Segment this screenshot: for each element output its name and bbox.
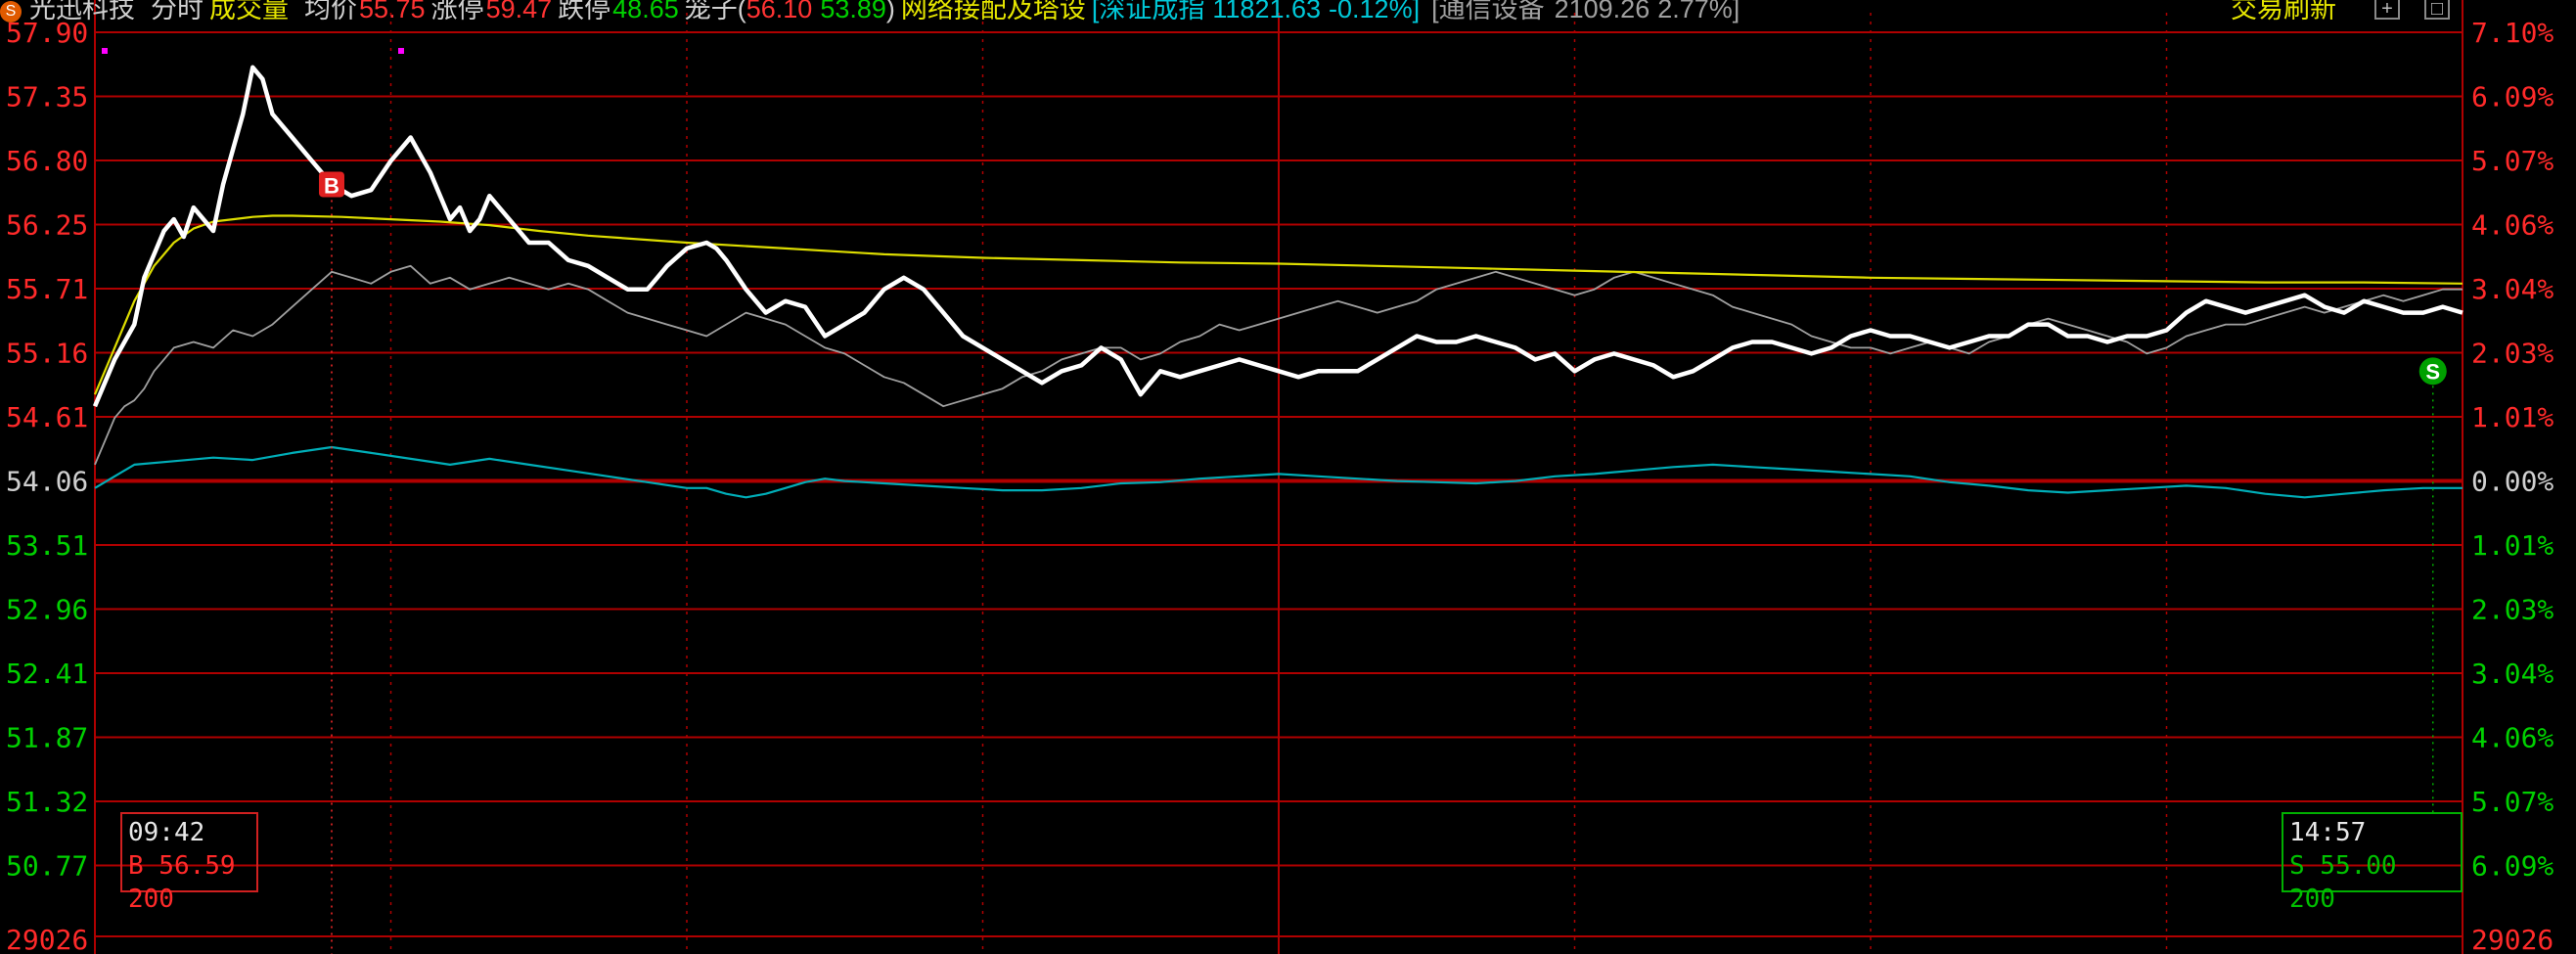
index-value: 11821.63 bbox=[1212, 0, 1322, 23]
limit-down-label: 跌停 bbox=[558, 0, 611, 23]
trade-refresh-button[interactable]: 交易刷新 bbox=[2231, 0, 2336, 23]
industry-change: 2.77%] bbox=[1657, 0, 1740, 23]
sell-detail: S 55.00 200 bbox=[2289, 851, 2397, 914]
y-label-right: 3.04% bbox=[2471, 273, 2553, 305]
avg-value: 55.75 bbox=[359, 0, 426, 23]
restore-button[interactable]: □ bbox=[2424, 0, 2450, 20]
y-label-left: 55.71 bbox=[6, 273, 88, 305]
y-label-right: 2.03% bbox=[2471, 338, 2553, 370]
plus-icon: + bbox=[2381, 0, 2393, 20]
header-bar: S 光迅科技 分时 成交量 均价55.75 涨停59.47 跌停48.65 笼子(56.10 5… bbox=[0, 0, 1745, 23]
y-label-right: 2.03% bbox=[2471, 594, 2553, 626]
y-label-right: 5.07% bbox=[2471, 786, 2553, 818]
window-icon: □ bbox=[2430, 0, 2444, 20]
y-label-left: 54.61 bbox=[6, 401, 88, 433]
sell-info-box: 14:57 S 55.00 200 bbox=[2282, 812, 2463, 914]
industry-label[interactable]: [通信设备 bbox=[1431, 0, 1545, 23]
mode-label[interactable]: 分时 bbox=[151, 0, 203, 23]
flag-dot bbox=[102, 48, 108, 54]
limit-up-value: 59.47 bbox=[485, 0, 553, 23]
index-name[interactable]: [深证成指 bbox=[1092, 0, 1205, 23]
y-label-left: 55.16 bbox=[6, 338, 88, 370]
stock-name[interactable]: 光迅科技 bbox=[29, 0, 135, 23]
volume-max-left: 29026 bbox=[6, 924, 88, 954]
limit-up-label: 涨停 bbox=[430, 0, 484, 23]
sell-marker-label: S bbox=[2425, 359, 2440, 384]
sector-label[interactable]: 网络接配及塔设 bbox=[901, 0, 1086, 23]
limit-down-value: 48.65 bbox=[612, 0, 679, 23]
y-label-left: 54.06 bbox=[6, 466, 88, 498]
y-label-left: 52.41 bbox=[6, 658, 88, 690]
y-label-right: 7.10% bbox=[2471, 17, 2553, 49]
y-label-left: 52.96 bbox=[6, 594, 88, 626]
cage-low: 53.89 bbox=[820, 0, 886, 23]
y-label-left: 53.51 bbox=[6, 529, 88, 562]
volume-max-right: 29026 bbox=[2471, 924, 2553, 954]
buy-time: 09:42 bbox=[128, 818, 205, 847]
volume-label[interactable]: 成交量 bbox=[209, 0, 289, 23]
cage-open: ( bbox=[737, 0, 746, 23]
sell-time: 14:57 bbox=[2289, 818, 2367, 847]
flag-dot bbox=[398, 48, 404, 54]
buy-info-box: 09:42 B 56.59 200 bbox=[120, 812, 258, 914]
y-label-right: 1.01% bbox=[2471, 401, 2553, 433]
y-axis-right: 7.10% 6.09% 5.07% 4.06% 3.04% 2.03% 1.01% 0.00%… bbox=[2471, 17, 2553, 954]
industry-value: 2109.26 bbox=[1554, 0, 1650, 23]
y-axis-left: 57.9057.3556.8056.2555.7155.1654.6154.06… bbox=[6, 17, 88, 954]
y-label-right: 0.00% bbox=[2471, 466, 2553, 498]
cage-close: ) bbox=[885, 0, 895, 23]
y-label-left: 51.87 bbox=[6, 722, 88, 754]
grid-lines bbox=[94, 0, 2463, 954]
y-label-right: 3.04% bbox=[2471, 658, 2553, 690]
index-change: -0.12%] bbox=[1329, 0, 1421, 23]
y-label-left: 51.32 bbox=[6, 786, 88, 818]
expand-button[interactable]: + bbox=[2374, 0, 2400, 20]
y-label-left: 57.35 bbox=[6, 81, 88, 114]
buy-marker-label: B bbox=[324, 173, 339, 198]
cage-high: 56.10 bbox=[746, 0, 813, 23]
avg-label: 均价 bbox=[304, 0, 357, 23]
y-label-left: 56.25 bbox=[6, 209, 88, 242]
y-label-right: 4.06% bbox=[2471, 209, 2553, 242]
y-label-right: 4.06% bbox=[2471, 722, 2553, 754]
y-label-right: 5.07% bbox=[2471, 145, 2553, 177]
y-label-right: 6.09% bbox=[2471, 81, 2553, 114]
cage-label: 笼子 bbox=[684, 0, 738, 23]
y-label-left: 56.80 bbox=[6, 145, 88, 177]
buy-detail: B 56.59 200 bbox=[128, 851, 236, 914]
corner-badge: S bbox=[0, 1, 22, 23]
y-label-right: 6.09% bbox=[2471, 850, 2553, 883]
y-label-left: 50.77 bbox=[6, 850, 88, 883]
y-label-right: 1.01% bbox=[2471, 529, 2553, 562]
marker-layer: BS bbox=[102, 48, 2447, 954]
